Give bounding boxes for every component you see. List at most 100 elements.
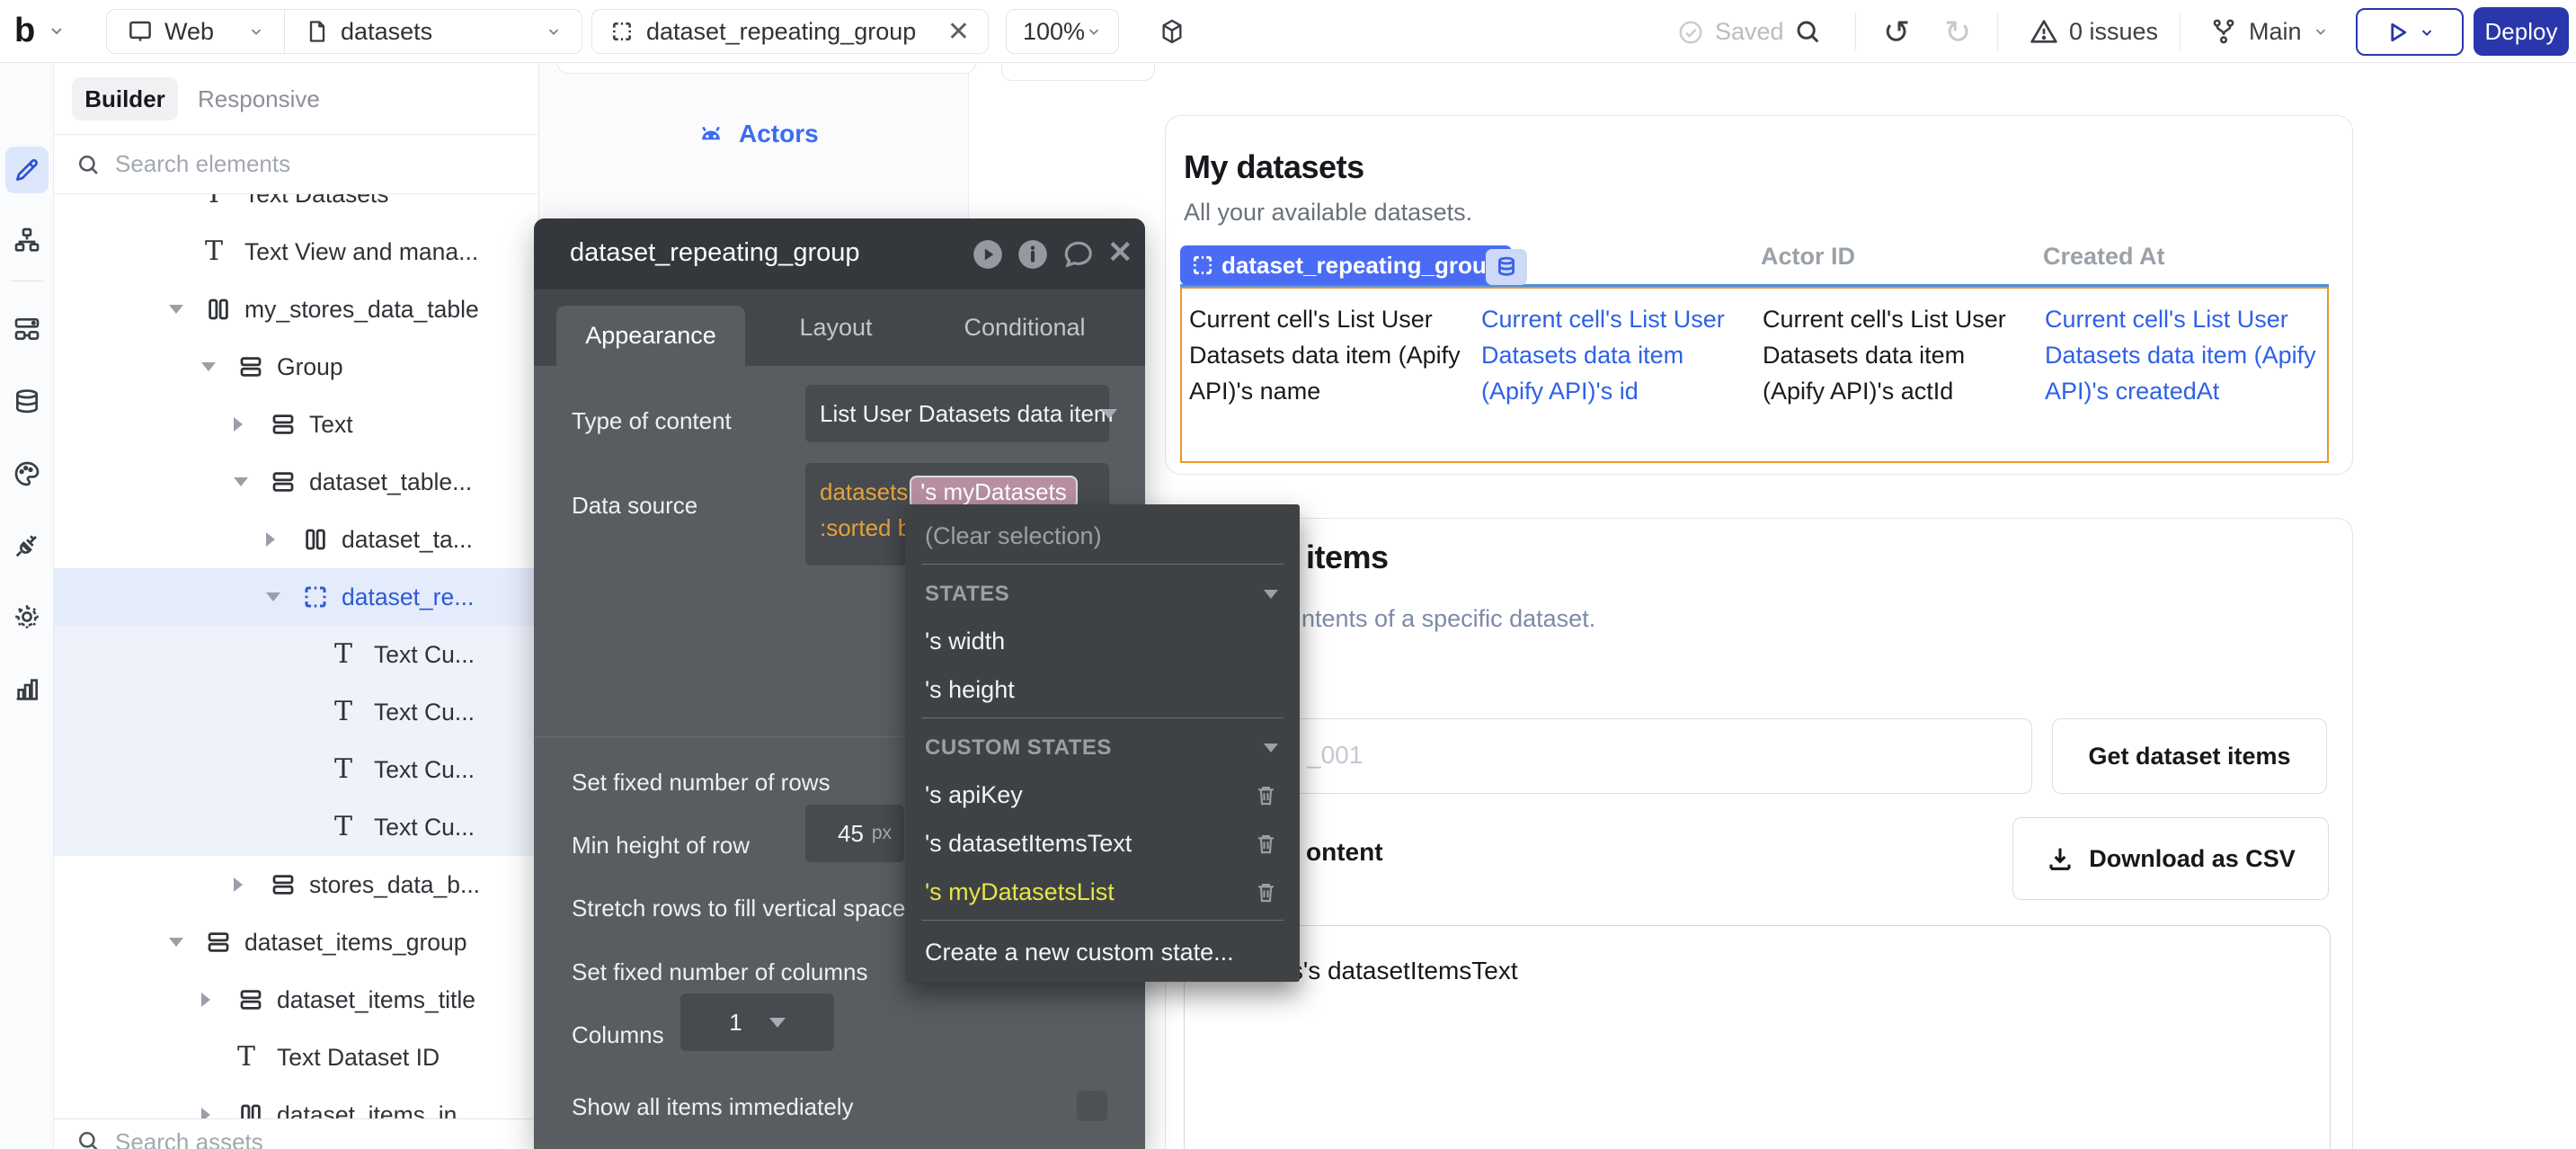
tree-right-arrow-icon[interactable] — [266, 532, 302, 547]
tree-down-arrow-icon[interactable] — [266, 592, 302, 601]
robot-icon — [696, 119, 726, 149]
tree-item-text-view-and-mana[interactable]: TText View and mana... — [54, 223, 538, 281]
tree-item-dataset-items-group[interactable]: dataset_items_group — [54, 913, 538, 971]
settings-gear-icon[interactable] — [13, 602, 41, 631]
info-icon[interactable] — [1016, 237, 1050, 272]
tree-item-stores-data-b[interactable]: stores_data_b... — [54, 856, 538, 913]
dataset-id-input[interactable]: _001 — [1223, 718, 2032, 794]
trash-icon[interactable] — [1254, 832, 1278, 856]
search-assets-field[interactable]: Search assets — [54, 1118, 538, 1149]
tree-item-my-stores-data-table[interactable]: my_stores_data_table — [54, 281, 538, 338]
collapse-section-icon[interactable] — [1264, 744, 1278, 753]
dropdown-section-custom-states: CUSTOM STATES — [905, 726, 1300, 770]
dropdown-option--s-mydatasetslist[interactable]: 's myDatasetsList — [905, 868, 1300, 916]
tree-item-label: Text View and mana... — [244, 238, 478, 266]
tree-item-text[interactable]: Text — [54, 396, 538, 453]
min-height-label: Min height of row — [572, 832, 750, 860]
tree-down-arrow-icon[interactable] — [234, 477, 270, 486]
tree-right-arrow-icon[interactable] — [201, 993, 237, 1007]
close-icon[interactable]: ✕ — [947, 16, 970, 48]
table-cell-expression[interactable]: Current cell's List User Datasets data i… — [1481, 301, 1751, 409]
actors-nav-link[interactable]: Actors — [696, 119, 819, 149]
element-tab[interactable]: dataset_repeating_group ✕ — [591, 9, 989, 54]
dropdown-create-custom-state[interactable]: Create a new custom state... — [905, 928, 1300, 976]
data-source-badge[interactable] — [1486, 249, 1527, 285]
tree-item-dataset-re[interactable]: dataset_re... — [54, 568, 538, 626]
tab-conditional[interactable]: Conditional — [938, 289, 1111, 366]
component-cube-icon[interactable] — [1158, 17, 1186, 46]
tree-item-text-cu[interactable]: TText Cu... — [54, 798, 538, 856]
undo-icon[interactable]: ↺ — [1883, 13, 1910, 51]
tab-builder[interactable]: Builder — [72, 77, 178, 120]
table-cell-expression[interactable]: Current cell's List User Datasets data i… — [1189, 301, 1486, 409]
min-height-input[interactable]: 45 px — [805, 805, 904, 862]
logs-chart-icon[interactable] — [13, 674, 41, 703]
design-pencil-icon[interactable] — [13, 156, 41, 184]
search-elements-placeholder: Search elements — [115, 150, 290, 178]
tree-item-dataset-table[interactable]: dataset_table... — [54, 453, 538, 511]
styles-palette-icon[interactable] — [13, 459, 41, 488]
dropdown-option--s-width[interactable]: 's width — [905, 617, 1300, 665]
columns-select[interactable]: 1 — [680, 993, 834, 1051]
tree-item-text-cu[interactable]: TText Cu... — [54, 741, 538, 798]
preview-button[interactable] — [2356, 8, 2464, 56]
tree-item-text-dataset-id[interactable]: TText Dataset ID — [54, 1029, 538, 1086]
components-icon[interactable] — [13, 315, 41, 343]
raw-content-box[interactable]: datasets's datasetItemsText — [1184, 925, 2331, 1149]
preview-element-icon[interactable] — [971, 237, 1005, 272]
search-icon[interactable] — [1793, 17, 1822, 46]
property-editor-header[interactable]: dataset_repeating_group ✕ — [534, 218, 1145, 289]
show-all-checkbox[interactable] — [1077, 1091, 1107, 1121]
chevron-down-icon — [546, 23, 562, 40]
tab-layout[interactable]: Layout — [750, 289, 922, 366]
table-cell-expression[interactable]: Current cell's List User Datasets data i… — [1763, 301, 2032, 409]
repeating-group-selection[interactable]: Current cell's List User Datasets data i… — [1180, 287, 2329, 463]
trash-icon[interactable] — [1254, 880, 1278, 904]
repeating-group-icon — [1191, 254, 1214, 277]
tab-responsive[interactable]: Responsive — [198, 77, 320, 120]
tree-item-dataset-ta[interactable]: dataset_ta... — [54, 511, 538, 568]
close-icon[interactable]: ✕ — [1107, 235, 1141, 269]
platform-selector[interactable]: Web — [107, 18, 284, 46]
tree-item-dataset-items-title[interactable]: dataset_items_title — [54, 971, 538, 1029]
get-dataset-items-button[interactable]: Get dataset items — [2052, 718, 2327, 794]
dropdown-option--s-datasetitemstext[interactable]: 's datasetItemsText — [905, 819, 1300, 868]
redo-icon[interactable]: ↻ — [1944, 13, 1971, 51]
selected-element-badge[interactable]: dataset_repeating_group — [1180, 245, 1512, 285]
tree-right-arrow-icon[interactable] — [234, 877, 270, 892]
search-elements-field[interactable]: Search elements — [54, 135, 538, 194]
tab-appearance[interactable]: Appearance — [556, 306, 745, 366]
download-csv-button[interactable]: Download as CSV — [2012, 817, 2329, 900]
collapse-section-icon[interactable] — [1264, 590, 1278, 599]
zoom-selector[interactable]: 100% — [1006, 9, 1119, 54]
set-columns-label: Set fixed number of columns — [572, 958, 868, 986]
deploy-button[interactable]: Deploy — [2474, 7, 2569, 56]
issues-button[interactable]: 0 issues — [2030, 17, 2158, 46]
dropdown-option--s-apikey[interactable]: 's apiKey — [905, 770, 1300, 819]
tree-down-arrow-icon[interactable] — [169, 938, 205, 947]
tree-down-arrow-icon[interactable] — [201, 362, 237, 371]
workflow-sitemap-icon[interactable] — [13, 226, 41, 254]
tree-right-arrow-icon[interactable] — [234, 417, 270, 432]
text-element-icon: T — [205, 238, 244, 265]
tree-down-arrow-icon[interactable] — [169, 305, 205, 314]
trash-icon[interactable] — [1254, 783, 1278, 807]
check-circle-icon — [1677, 19, 1704, 46]
comment-icon[interactable] — [1061, 237, 1095, 272]
tree-item-label: dataset_table... — [309, 468, 472, 496]
dropdown-option--s-height[interactable]: 's height — [905, 665, 1300, 714]
tree-item-text-cu[interactable]: TText Cu... — [54, 683, 538, 741]
branch-selector[interactable]: Main — [2209, 17, 2329, 46]
editor-nav-strip — [0, 63, 54, 1149]
plugins-plug-icon[interactable] — [13, 531, 41, 560]
card-subtitle: All your available datasets. — [1184, 199, 1472, 227]
type-of-content-select[interactable]: List User Datasets data item — [805, 385, 1109, 442]
dropdown-clear-selection[interactable]: (Clear selection) — [905, 512, 1300, 560]
tree-item-group[interactable]: Group — [54, 338, 538, 396]
app-menu[interactable]: b — [14, 13, 66, 49]
tree-item-text-cu[interactable]: TText Cu... — [54, 626, 538, 683]
data-database-icon[interactable] — [13, 387, 41, 416]
table-column-header: Actor ID — [1761, 243, 1855, 271]
table-cell-expression[interactable]: Current cell's List User Datasets data i… — [2045, 301, 2334, 409]
page-selector[interactable]: datasets — [285, 18, 582, 46]
